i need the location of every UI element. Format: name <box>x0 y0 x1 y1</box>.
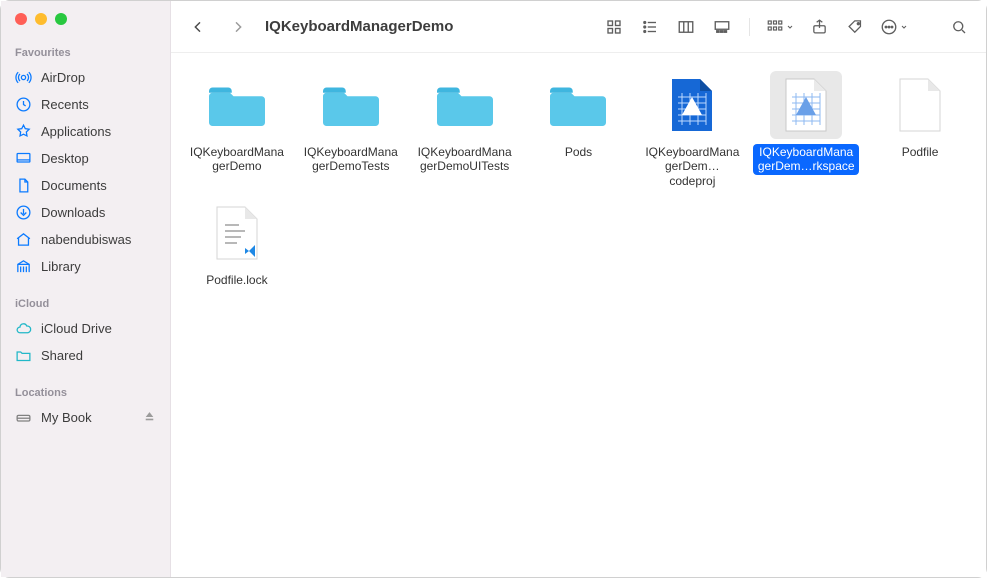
sidebar-item-desktop[interactable]: Desktop <box>1 145 170 172</box>
sidebar-item-label: Shared <box>41 348 83 363</box>
downloads-icon <box>15 204 32 221</box>
content-area[interactable]: IQKeyboardManagerDemo IQKeyboardManagerD… <box>171 53 986 577</box>
view-as-columns-button[interactable] <box>675 16 697 38</box>
folder-icon <box>429 71 501 139</box>
minimize-window-button[interactable] <box>35 13 47 25</box>
back-button[interactable] <box>187 16 209 38</box>
sidebar-item-airdrop[interactable]: AirDrop <box>1 64 170 91</box>
icon-grid: IQKeyboardManagerDemo IQKeyboardManagerD… <box>183 71 974 289</box>
window-controls <box>1 13 170 43</box>
item-folder[interactable]: IQKeyboardManagerDemo <box>183 71 291 189</box>
blank-file-icon <box>884 71 956 139</box>
sidebar-item-label: nabendubiswas <box>41 232 131 247</box>
airdrop-icon <box>15 69 32 86</box>
folder-icon <box>542 71 614 139</box>
sidebar-item-label: My Book <box>41 410 92 425</box>
sidebar-item-documents[interactable]: Documents <box>1 172 170 199</box>
item-name: IQKeyboardManagerDemo <box>184 144 290 175</box>
folder-icon <box>315 71 387 139</box>
sidebar-item-label: Library <box>41 259 81 274</box>
item-file[interactable]: Podfile <box>866 71 974 189</box>
toolbar: IQKeyboardManagerDemo <box>171 1 986 53</box>
main-area: IQKeyboardManagerDemo <box>171 1 986 577</box>
applications-icon <box>15 123 32 140</box>
sidebar-item-label: iCloud Drive <box>41 321 112 336</box>
item-name: Podfile.lock <box>203 272 270 288</box>
item-xcodeproj[interactable]: IQKeyboardManagerDem…codeproj <box>638 71 746 189</box>
item-folder[interactable]: Pods <box>525 71 633 189</box>
sidebar-item-shared[interactable]: Shared <box>1 342 170 369</box>
sidebar-item-label: AirDrop <box>41 70 85 85</box>
clock-icon <box>15 96 32 113</box>
window-title: IQKeyboardManagerDemo <box>265 18 453 35</box>
folder-icon <box>201 71 273 139</box>
sidebar-item-icloud-drive[interactable]: iCloud Drive <box>1 315 170 342</box>
eject-icon[interactable] <box>143 410 156 426</box>
home-icon <box>15 231 32 248</box>
share-button[interactable] <box>808 16 830 38</box>
external-drive-icon <box>15 409 32 426</box>
vscode-file-icon <box>201 199 273 267</box>
sidebar-section-icloud-title: iCloud <box>1 294 170 315</box>
view-as-icons-button[interactable] <box>603 16 625 38</box>
library-icon <box>15 258 32 275</box>
xcworkspace-icon <box>770 71 842 139</box>
item-file[interactable]: Podfile.lock <box>183 199 291 288</box>
close-window-button[interactable] <box>15 13 27 25</box>
sidebar: Favourites AirDrop Recents Applications … <box>1 1 171 577</box>
view-as-gallery-button[interactable] <box>711 16 733 38</box>
sidebar-section-locations-title: Locations <box>1 383 170 404</box>
sidebar-item-label: Documents <box>41 178 107 193</box>
item-name: Podfile <box>899 144 942 160</box>
item-folder[interactable]: IQKeyboardManagerDemoTests <box>297 71 405 189</box>
sidebar-item-mybook[interactable]: My Book <box>1 404 170 431</box>
xcodeproj-icon <box>656 71 728 139</box>
sidebar-item-recents[interactable]: Recents <box>1 91 170 118</box>
tags-button[interactable] <box>844 16 866 38</box>
item-name: IQKeyboardManagerDem…codeproj <box>639 144 745 189</box>
item-xcworkspace[interactable]: IQKeyboardManagerDem…rkspace <box>752 71 860 189</box>
item-name: Pods <box>562 144 595 160</box>
actions-menu-button[interactable] <box>880 16 908 38</box>
sidebar-item-label: Applications <box>41 124 111 139</box>
item-folder[interactable]: IQKeyboardManagerDemoUITests <box>411 71 519 189</box>
forward-button[interactable] <box>227 16 249 38</box>
fullscreen-window-button[interactable] <box>55 13 67 25</box>
sidebar-item-label: Downloads <box>41 205 105 220</box>
cloud-icon <box>15 320 32 337</box>
desktop-icon <box>15 150 32 167</box>
sidebar-item-applications[interactable]: Applications <box>1 118 170 145</box>
item-name: IQKeyboardManagerDemoUITests <box>412 144 518 175</box>
sidebar-section-favourites-title: Favourites <box>1 43 170 64</box>
view-as-list-button[interactable] <box>639 16 661 38</box>
search-button[interactable] <box>948 16 970 38</box>
sidebar-item-downloads[interactable]: Downloads <box>1 199 170 226</box>
item-name: IQKeyboardManagerDem…rkspace <box>753 144 859 175</box>
documents-icon <box>15 177 32 194</box>
sidebar-item-library[interactable]: Library <box>1 253 170 280</box>
sidebar-item-label: Recents <box>41 97 89 112</box>
navigation-arrows <box>187 16 249 38</box>
sidebar-item-home[interactable]: nabendubiswas <box>1 226 170 253</box>
group-by-button[interactable] <box>766 16 794 38</box>
shared-folder-icon <box>15 347 32 364</box>
item-name: IQKeyboardManagerDemoTests <box>298 144 404 175</box>
sidebar-item-label: Desktop <box>41 151 89 166</box>
